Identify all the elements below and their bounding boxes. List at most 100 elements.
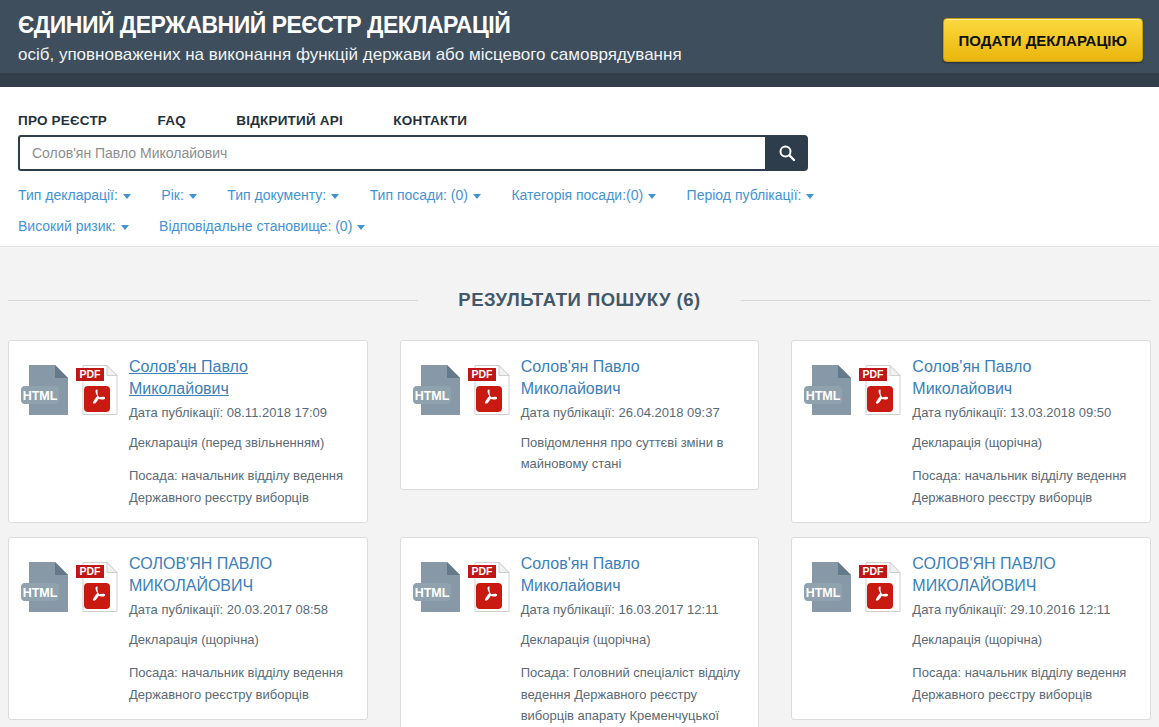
html-file-icon[interactable]: HTML (804, 365, 851, 415)
file-icons: HTML PDF (21, 553, 125, 705)
declarant-position: Посада: начальник відділу ведення Держав… (129, 662, 355, 705)
declarant-position: Посада: начальник відділу ведення Держав… (912, 465, 1138, 508)
publication-date: Дата публікації: 26.04.2018 09:37 (521, 405, 747, 420)
html-file-icon[interactable]: HTML (21, 562, 68, 612)
page-title: ЄДИНИЙ ДЕРЖАВНИЙ РЕЄСТР ДЕКЛАРАЦІЙ (18, 12, 682, 39)
chevron-down-icon (806, 194, 814, 199)
search-bar (18, 135, 808, 171)
svg-text:PDF: PDF (471, 368, 493, 380)
file-icons: HTML PDF (21, 356, 125, 508)
svg-text:HTML: HTML (23, 586, 58, 600)
result-text: Солов'ян Павло Миколайович Дата публікац… (125, 356, 355, 508)
nav-faq[interactable]: FAQ (158, 113, 186, 128)
chevron-down-icon (121, 225, 129, 230)
result-text: СОЛОВ'ЯН ПАВЛО МИКОЛАЙОВИЧ Дата публікац… (125, 553, 355, 705)
chevron-down-icon (331, 194, 339, 199)
pdf-file-icon[interactable]: PDF (468, 365, 510, 415)
declarant-name-link[interactable]: СОЛОВ'ЯН ПАВЛО МИКОЛАЙОВИЧ (912, 553, 1104, 598)
declarant-position: Посада: начальник відділу ведення Держав… (129, 465, 355, 508)
svg-text:HTML: HTML (806, 586, 841, 600)
file-icons: HTML PDF (804, 356, 908, 508)
result-text: Солов'ян Павло Миколайович Дата публікац… (517, 356, 747, 475)
svg-text:HTML: HTML (806, 389, 841, 403)
chevron-down-icon (123, 194, 131, 199)
filter-declaration-type[interactable]: Тип декларації: (18, 187, 131, 203)
svg-text:PDF: PDF (471, 565, 493, 577)
result-text: СОЛОВ'ЯН ПАВЛО МИКОЛАЙОВИЧ Дата публікац… (908, 553, 1138, 705)
filter-high-risk[interactable]: Високий ризик: (18, 218, 129, 234)
nav-about-register[interactable]: ПРО РЕЄСТР (18, 113, 107, 128)
declaration-type: Декларація (щорічна) (912, 432, 1138, 453)
results-section: РЕЗУЛЬТАТИ ПОШУКУ (6) HTML PDF Солов'ян … (0, 246, 1159, 727)
divider-line (8, 300, 418, 301)
result-card: HTML PDF СОЛОВ'ЯН ПАВЛО МИКОЛАЙОВИЧ Дата… (8, 537, 368, 720)
filter-publication-period[interactable]: Період публікації: (687, 187, 815, 203)
pdf-file-icon[interactable]: PDF (468, 562, 510, 612)
declarant-position: Посада: начальник відділу ведення Держав… (912, 662, 1138, 705)
chevron-down-icon (189, 194, 197, 199)
main-nav: ПРО РЕЄСТР FAQ ВІДКРИТИЙ API КОНТАКТИ (18, 111, 1141, 129)
chevron-down-icon (648, 194, 656, 199)
svg-text:HTML: HTML (414, 389, 449, 403)
filter-position-type[interactable]: Тип посади: (0) (370, 187, 481, 203)
filter-responsible-position[interactable]: Відповідальне становище: (0) (159, 218, 365, 234)
results-heading: РЕЗУЛЬТАТИ ПОШУКУ (6) (8, 289, 1151, 311)
svg-text:HTML: HTML (414, 586, 449, 600)
publication-date: Дата публікації: 16.03.2017 12:11 (521, 602, 747, 617)
result-card: HTML PDF Солов'ян Павло Миколайович Дата… (8, 340, 368, 523)
pdf-file-icon[interactable]: PDF (859, 365, 901, 415)
declarant-position: Посада: Головний спеціаліст відділу веде… (521, 662, 747, 727)
nav-open-api[interactable]: ВІДКРИТИЙ API (236, 113, 343, 128)
html-file-icon[interactable]: HTML (413, 562, 460, 612)
divider-line (741, 300, 1151, 301)
header: ЄДИНИЙ ДЕРЖАВНИЙ РЕЄСТР ДЕКЛАРАЦІЙ осіб,… (0, 0, 1159, 73)
svg-text:PDF: PDF (863, 565, 885, 577)
declarant-name-link[interactable]: Солов'ян Павло Миколайович (912, 356, 1104, 401)
file-icons: HTML PDF (804, 553, 908, 705)
pdf-file-icon[interactable]: PDF (859, 562, 901, 612)
html-file-icon[interactable]: HTML (21, 365, 68, 415)
chevron-down-icon (473, 194, 481, 199)
filter-document-type[interactable]: Тип документу: (227, 187, 339, 203)
filters-row-2: Високий ризик: Відповідальне становище: … (18, 217, 1141, 235)
svg-text:PDF: PDF (80, 565, 102, 577)
declarant-name-link[interactable]: СОЛОВ'ЯН ПАВЛО МИКОЛАЙОВИЧ (129, 553, 321, 598)
search-icon (777, 143, 797, 163)
results-heading-text: РЕЗУЛЬТАТИ ПОШУКУ (6) (418, 289, 740, 311)
search-button[interactable] (765, 135, 808, 171)
declarant-name-link[interactable]: Солов'ян Павло Миколайович (129, 356, 321, 401)
svg-text:PDF: PDF (80, 368, 102, 380)
filter-position-category[interactable]: Категорія посади:(0) (511, 187, 656, 203)
header-bottom-strip (0, 73, 1159, 87)
declaration-type: Повідомлення про суттєві зміни в майново… (521, 432, 747, 475)
html-file-icon[interactable]: HTML (413, 365, 460, 415)
toolbar: ПРО РЕЄСТР FAQ ВІДКРИТИЙ API КОНТАКТИ Ти… (0, 87, 1159, 246)
pdf-file-icon[interactable]: PDF (76, 562, 118, 612)
filter-year[interactable]: Рік: (161, 187, 196, 203)
declaration-type: Декларація (щорічна) (521, 629, 747, 650)
results-grid: HTML PDF Солов'ян Павло Миколайович Дата… (0, 340, 1159, 727)
svg-text:HTML: HTML (23, 389, 58, 403)
declarant-name-link[interactable]: Солов'ян Павло Миколайович (521, 553, 713, 598)
result-card: HTML PDF Солов'ян Павло Миколайович Дата… (400, 340, 760, 490)
declarant-name-link[interactable]: Солов'ян Павло Миколайович (521, 356, 713, 401)
result-card: HTML PDF Солов'ян Павло Миколайович Дата… (400, 537, 760, 727)
search-input[interactable] (18, 135, 765, 171)
html-file-icon[interactable]: HTML (804, 562, 851, 612)
filters-row-1: Тип декларації: Рік: Тип документу: Тип … (18, 186, 1141, 204)
result-text: Солов'ян Павло Миколайович Дата публікац… (908, 356, 1138, 508)
header-titles: ЄДИНИЙ ДЕРЖАВНИЙ РЕЄСТР ДЕКЛАРАЦІЙ осіб,… (18, 9, 682, 73)
declaration-type: Декларація (перед звільненням) (129, 432, 355, 453)
chevron-down-icon (357, 225, 365, 230)
declaration-type: Декларація (щорічна) (129, 629, 355, 650)
svg-text:PDF: PDF (863, 368, 885, 380)
nav-contacts[interactable]: КОНТАКТИ (393, 113, 467, 128)
submit-declaration-button[interactable]: ПОДАТИ ДЕКЛАРАЦІЮ (943, 18, 1143, 62)
result-card: HTML PDF Солов'ян Павло Миколайович Дата… (791, 340, 1151, 523)
file-icons: HTML PDF (413, 553, 517, 727)
pdf-file-icon[interactable]: PDF (76, 365, 118, 415)
publication-date: Дата публікації: 29.10.2016 12:11 (912, 602, 1138, 617)
result-card: HTML PDF СОЛОВ'ЯН ПАВЛО МИКОЛАЙОВИЧ Дата… (791, 537, 1151, 720)
file-icons: HTML PDF (413, 356, 517, 475)
publication-date: Дата публікації: 13.03.2018 09:50 (912, 405, 1138, 420)
